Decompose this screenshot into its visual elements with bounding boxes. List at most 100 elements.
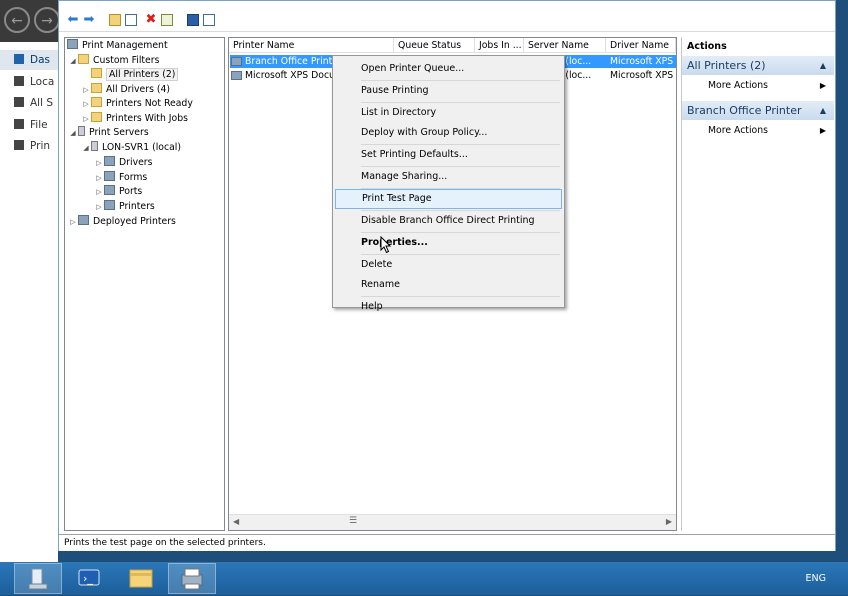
- actions-section-0[interactable]: All Printers (2) ▲: [682, 56, 834, 75]
- column-header-2[interactable]: Jobs In ...: [475, 38, 524, 53]
- tree-node-label: Printers: [119, 201, 155, 212]
- scroll-left-icon[interactable]: ◀: [233, 517, 239, 526]
- context-menu-item-0[interactable]: Open Printer Queue...: [335, 59, 562, 79]
- server-icon: [91, 141, 98, 151]
- expand-toggle-icon[interactable]: ◢: [81, 141, 91, 155]
- collapse-caret-icon[interactable]: ▲: [820, 101, 826, 120]
- actions-section-title: Branch Office Printer: [687, 104, 802, 117]
- collapse-caret-icon[interactable]: ▲: [820, 56, 826, 75]
- printer-filter-icon: [91, 68, 102, 78]
- file-explorer-taskbar-button[interactable]: [118, 563, 166, 594]
- tree-node-6[interactable]: ◢ LON-SVR1 (local): [81, 141, 181, 155]
- tree-node-2[interactable]: ▷ All Drivers (4): [81, 83, 170, 97]
- expand-toggle-icon[interactable]: ▷: [81, 97, 91, 111]
- deployed-printers-icon: [78, 215, 89, 225]
- up-folder-icon[interactable]: [109, 14, 121, 26]
- expand-toggle-icon[interactable]: ▷: [81, 83, 91, 97]
- tree-node-label: Drivers: [119, 157, 153, 168]
- context-menu-item-11[interactable]: Help: [335, 297, 562, 317]
- tree-node-3[interactable]: ▷ Printers Not Ready: [81, 97, 193, 111]
- context-menu-item-10[interactable]: Rename: [335, 275, 562, 295]
- status-bar: Prints the test page on the selected pri…: [59, 534, 835, 551]
- context-menu-item-2[interactable]: List in Directory: [335, 103, 562, 123]
- back-icon[interactable]: ←: [4, 7, 30, 33]
- context-menu-item-7[interactable]: Disable Branch Office Direct Printing: [335, 211, 562, 231]
- horizontal-scrollbar[interactable]: ◀ ☰ ▶: [229, 514, 676, 530]
- forms-icon: [104, 171, 115, 181]
- column-header-0[interactable]: Printer Name: [229, 38, 394, 53]
- file-storage-icon: [14, 119, 24, 129]
- tree-node-0[interactable]: ◢ Custom Filters: [68, 54, 159, 68]
- context-menu-item-6[interactable]: Print Test Page: [335, 189, 562, 209]
- server-manager-taskbar-button[interactable]: [14, 563, 62, 594]
- more-actions-item[interactable]: More Actions ▶: [682, 77, 834, 94]
- column-header-4[interactable]: Driver Name: [606, 38, 676, 53]
- nav-item-0[interactable]: Das: [0, 50, 58, 70]
- printer-filter-icon: [91, 112, 102, 122]
- column-header-1[interactable]: Queue Status: [394, 38, 475, 53]
- expand-toggle-icon[interactable]: ▷: [94, 156, 104, 170]
- expand-toggle-icon[interactable]: ▷: [94, 185, 104, 199]
- server-manager-icon: [28, 568, 48, 590]
- scroll-thumb-grip-icon[interactable]: ☰: [349, 516, 357, 526]
- tree-node-label: Printers With Jobs: [106, 113, 188, 124]
- nav-item-4[interactable]: Prin: [0, 136, 58, 156]
- context-menu-item-8[interactable]: Properties...: [335, 233, 562, 253]
- toolbar: ⬅ ➡ ✖: [59, 9, 835, 32]
- tree-node-1[interactable]: All Printers (2): [81, 68, 179, 82]
- tree-node-10[interactable]: ▷ Printers: [94, 200, 155, 214]
- context-menu-item-4[interactable]: Set Printing Defaults...: [335, 145, 562, 165]
- servers-icon: [14, 97, 24, 107]
- nav-item-2[interactable]: All S: [0, 93, 58, 113]
- help-icon[interactable]: [187, 14, 199, 26]
- nav-item-label: Das: [30, 54, 50, 66]
- expand-toggle-icon[interactable]: ◢: [68, 126, 78, 140]
- expand-toggle-icon[interactable]: ▷: [68, 215, 78, 229]
- scroll-right-icon[interactable]: ▶: [666, 517, 672, 526]
- submenu-arrow-icon: ▶: [819, 81, 826, 90]
- context-menu-item-3[interactable]: Deploy with Group Policy...: [335, 123, 562, 143]
- expand-toggle-icon[interactable]: ▷: [94, 200, 104, 214]
- printers-icon: [104, 200, 115, 210]
- submenu-arrow-icon: ▶: [819, 126, 826, 135]
- expand-toggle-icon[interactable]: ◢: [68, 54, 78, 68]
- tree-node-5[interactable]: ◢ Print Servers: [68, 126, 149, 140]
- powershell-icon: ›_: [78, 569, 100, 586]
- tree-node-label: Custom Filters: [93, 55, 160, 66]
- expand-toggle-icon[interactable]: ▷: [94, 171, 104, 185]
- print-management-taskbar-button[interactable]: [168, 563, 216, 594]
- nav-item-label: All S: [30, 97, 54, 109]
- actions-section-1[interactable]: Branch Office Printer ▲: [682, 101, 834, 120]
- tree-node-4[interactable]: ▷ Printers With Jobs: [81, 112, 188, 126]
- language-indicator[interactable]: ENG: [806, 562, 826, 595]
- tree-node-8[interactable]: ▷ Forms: [94, 171, 147, 185]
- delete-icon[interactable]: ✖: [143, 12, 159, 28]
- context-menu: Open Printer Queue... Pause Printing List …: [332, 55, 565, 312]
- column-header-3[interactable]: Server Name: [524, 38, 606, 53]
- mouse-cursor-icon: [380, 236, 392, 254]
- show-hide-action-pane-icon[interactable]: [203, 14, 215, 26]
- tree-node-label: Print Servers: [89, 127, 149, 138]
- tree-node-11[interactable]: ▷ Deployed Printers: [68, 215, 176, 229]
- nav-item-label: File: [30, 119, 48, 131]
- tree-node-7[interactable]: ▷ Drivers: [94, 156, 152, 170]
- powershell-taskbar-button[interactable]: ›_: [66, 563, 114, 594]
- tree-node-root[interactable]: Print Management: [67, 39, 168, 53]
- nav-item-3[interactable]: File: [0, 115, 58, 135]
- forward-icon[interactable]: →: [34, 7, 60, 33]
- show-hide-tree-icon[interactable]: [125, 14, 137, 26]
- export-list-icon[interactable]: [161, 14, 173, 26]
- tree-node-label: All Printers (2): [106, 68, 179, 81]
- nav-item-1[interactable]: Loca: [0, 72, 58, 92]
- context-menu-item-1[interactable]: Pause Printing: [335, 81, 562, 101]
- dashboard-icon: [14, 54, 24, 64]
- driver-name-cell: Microsoft XPS D: [610, 56, 676, 67]
- forward-arrow-icon[interactable]: ➡: [81, 12, 97, 28]
- expand-toggle-icon[interactable]: ▷: [81, 112, 91, 126]
- back-arrow-icon[interactable]: ⬅: [65, 12, 81, 28]
- tree-node-9[interactable]: ▷ Ports: [94, 185, 142, 199]
- context-menu-item-5[interactable]: Manage Sharing...: [335, 167, 562, 187]
- context-menu-item-9[interactable]: Delete: [335, 255, 562, 275]
- server-manager-header: ← →: [0, 0, 60, 42]
- more-actions-item[interactable]: More Actions ▶: [682, 122, 834, 139]
